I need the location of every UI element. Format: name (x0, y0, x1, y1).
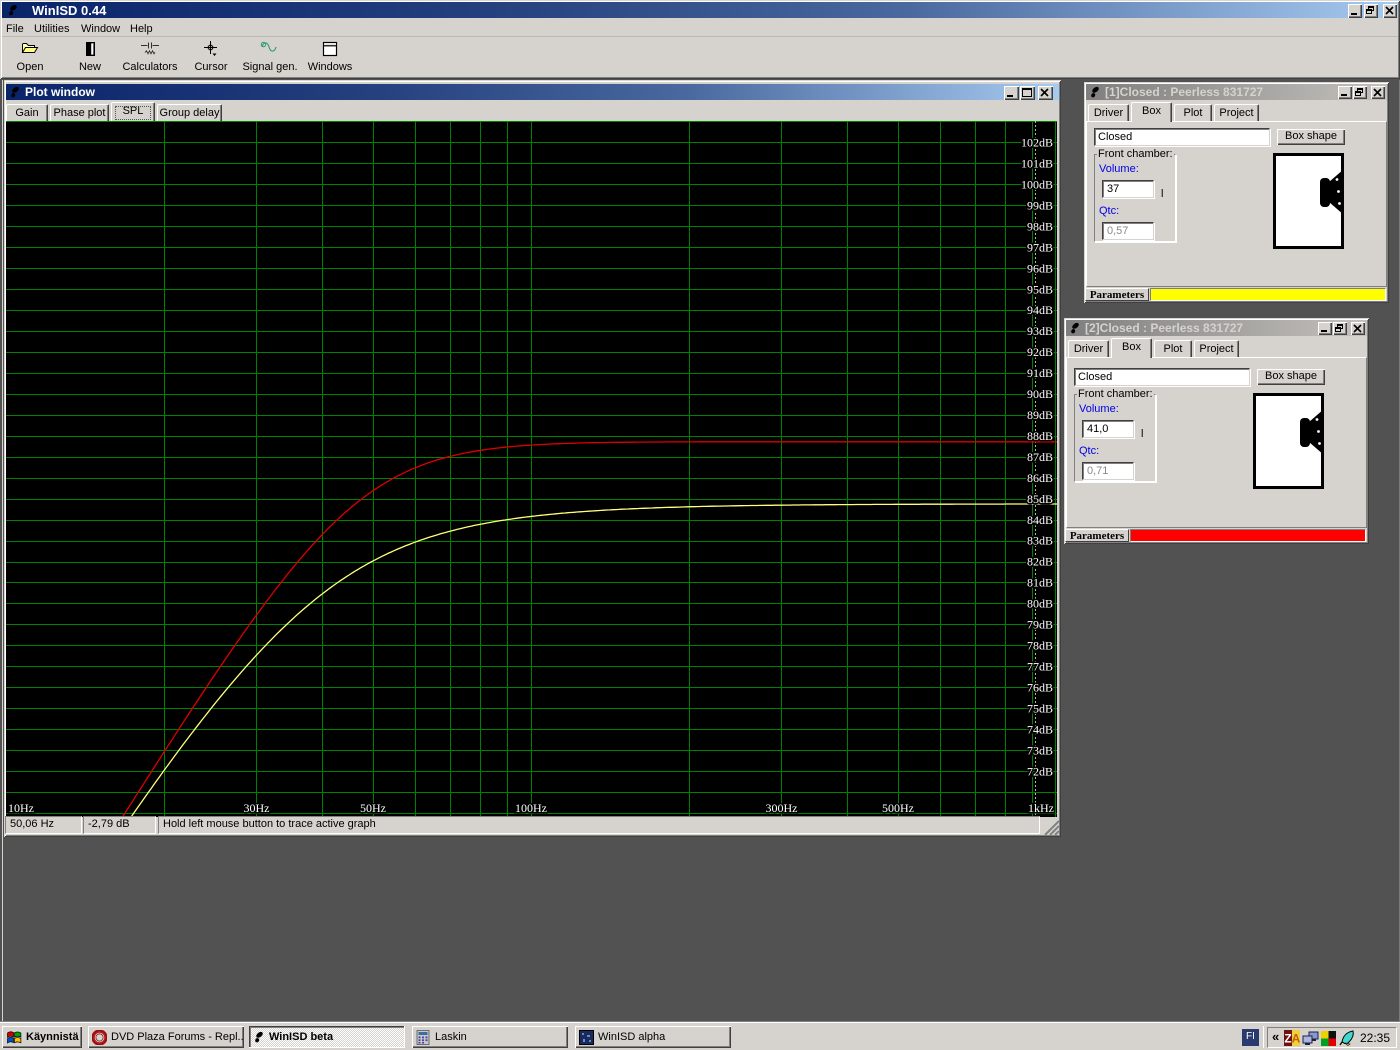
svg-text:A: A (1292, 1032, 1300, 1046)
svg-text:84dB: 84dB (1027, 513, 1053, 527)
svg-text:82dB: 82dB (1027, 555, 1053, 569)
svg-text:97dB: 97dB (1027, 240, 1053, 254)
svg-text:91dB: 91dB (1027, 366, 1053, 380)
svg-text:94dB: 94dB (1027, 303, 1053, 317)
svg-text:93dB: 93dB (1027, 324, 1053, 338)
svg-text:72dB: 72dB (1027, 764, 1053, 778)
svg-text:Z: Z (1284, 1032, 1291, 1046)
svg-text:10Hz: 10Hz (8, 801, 34, 815)
svg-text:74dB: 74dB (1027, 722, 1053, 736)
svg-text:80dB: 80dB (1027, 597, 1053, 611)
svg-text:73dB: 73dB (1027, 743, 1053, 757)
svg-text:86dB: 86dB (1027, 471, 1053, 485)
svg-text:81dB: 81dB (1027, 576, 1053, 590)
svg-text:92dB: 92dB (1027, 345, 1053, 359)
svg-text:102dB: 102dB (1021, 136, 1053, 150)
svg-text:87dB: 87dB (1027, 450, 1053, 464)
svg-text:95dB: 95dB (1027, 282, 1053, 296)
svg-text:85dB: 85dB (1027, 492, 1053, 506)
svg-text:75dB: 75dB (1027, 701, 1053, 715)
svg-text:79dB: 79dB (1027, 618, 1053, 632)
svg-text:50Hz: 50Hz (360, 801, 386, 815)
svg-text:76dB: 76dB (1027, 680, 1053, 694)
svg-text:78dB: 78dB (1027, 639, 1053, 653)
svg-text:89dB: 89dB (1027, 408, 1053, 422)
svg-text:101dB: 101dB (1021, 157, 1053, 171)
svg-text:300Hz: 300Hz (765, 801, 797, 815)
svg-text:83dB: 83dB (1027, 534, 1053, 548)
svg-text:100Hz: 100Hz (515, 801, 547, 815)
svg-text:77dB: 77dB (1027, 660, 1053, 674)
svg-text:30Hz: 30Hz (243, 801, 269, 815)
svg-text:100dB: 100dB (1021, 178, 1053, 192)
svg-text:99dB: 99dB (1027, 199, 1053, 213)
svg-text:90dB: 90dB (1027, 387, 1053, 401)
svg-text:500Hz: 500Hz (882, 801, 914, 815)
svg-text:1kHz: 1kHz (1028, 801, 1054, 815)
svg-text:88dB: 88dB (1027, 429, 1053, 443)
svg-text:96dB: 96dB (1027, 261, 1053, 275)
svg-text:98dB: 98dB (1027, 219, 1053, 233)
